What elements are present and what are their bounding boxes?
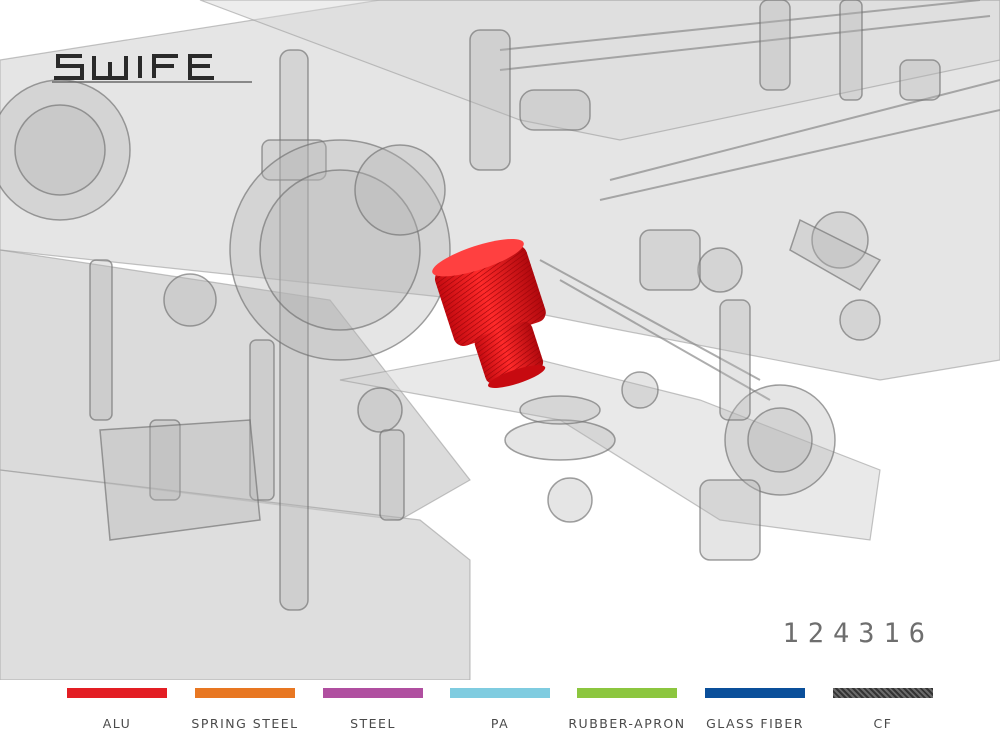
product-diagram: 124316 ALU SPRING STEEL STEEL PA RUBBER-… [0, 0, 1000, 750]
legend-item-cf: CF [833, 688, 933, 731]
legend-swatch [577, 688, 677, 698]
legend-swatch [195, 688, 295, 698]
legend-item-glass-fiber: GLASS FIBER [705, 688, 805, 731]
legend-item-pa: PA [450, 688, 550, 731]
chassis-xray-render [0, 0, 1000, 680]
legend-item-spring-steel: SPRING STEEL [191, 688, 297, 731]
legend-swatch [67, 688, 167, 698]
legend-item-alu: ALU [67, 688, 167, 731]
legend-swatch [450, 688, 550, 698]
legend-label: CF [873, 716, 893, 731]
material-legend: ALU SPRING STEEL STEEL PA RUBBER-APRON G… [0, 688, 1000, 744]
legend-swatch [705, 688, 805, 698]
legend-item-steel: STEEL [323, 688, 423, 731]
legend-swatch [323, 688, 423, 698]
legend-swatch [833, 688, 933, 698]
part-number: 124316 [782, 618, 934, 649]
legend-item-rubber-apron: RUBBER-APRON [568, 688, 684, 731]
swife-logo [52, 54, 252, 83]
